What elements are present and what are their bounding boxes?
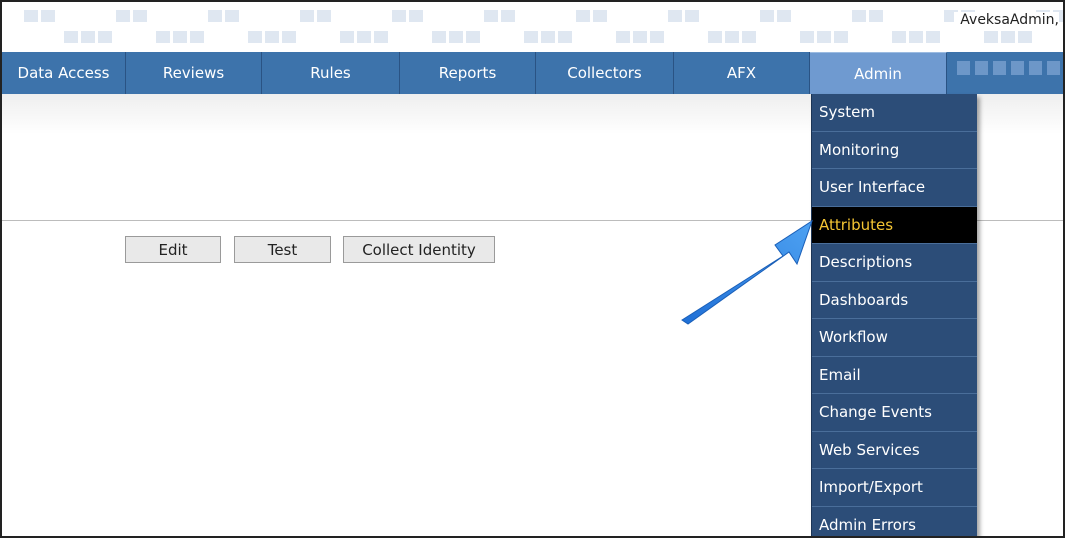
app-window: AveksaAdmin, Data Access Reviews Rules R…	[0, 0, 1065, 538]
pointer-arrow-icon	[681, 219, 813, 325]
